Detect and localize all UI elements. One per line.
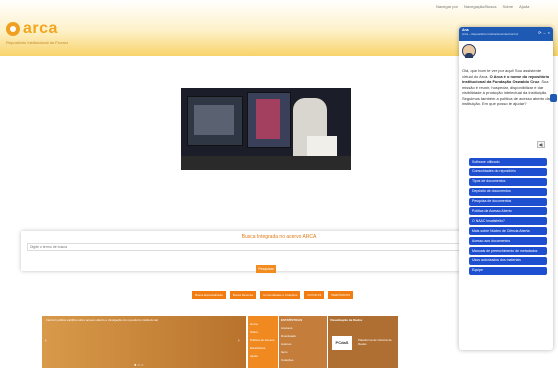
news-carousel[interactable]: Fiocruz publica cartilha sobre acesso ab… [42, 316, 246, 368]
chat-option-acesso[interactable]: Acesso aos documentos [469, 237, 547, 246]
chat-option-equipe[interactable]: Equipe [469, 266, 547, 275]
links-item[interactable]: Estatísticas [250, 346, 276, 350]
nav-button-covid[interactable]: COVID-19 [304, 291, 325, 299]
top-link-navegacao[interactable]: Navegação/Busca [464, 4, 496, 9]
hero-image [181, 88, 351, 170]
chat-options: Software utilizado Comunidades do reposi… [469, 158, 547, 277]
chat-option-software[interactable]: Software utilizado [469, 158, 547, 166]
hero-monitor-left [187, 96, 243, 146]
chat-side-tab[interactable] [550, 94, 557, 102]
arca-logo[interactable]: arca [6, 20, 58, 38]
top-link-ajuda[interactable]: Ajuda [519, 4, 529, 9]
nav-button-busca-especializada[interactable]: Busca Especializada [192, 291, 226, 299]
hero-monitor-right [247, 92, 291, 148]
nav-button-busca-reversa[interactable]: Busca Reversa [229, 291, 257, 299]
links-item[interactable]: Home [250, 322, 276, 326]
statistics-item[interactable]: Autores [281, 342, 325, 346]
bot-avatar [462, 44, 476, 58]
logo-subtitle: Repositório Institucional da Fiocruz [6, 40, 69, 45]
chat-header: Ana Arca – Repositório Institucional da … [459, 27, 553, 41]
statistics-heading: ESTATÍSTICAS [281, 318, 303, 322]
chat-subtitle: Arca – Repositório Institucional da Fioc… [462, 32, 519, 36]
search-input[interactable] [27, 243, 531, 251]
chat-widget: Ana Arca – Repositório Institucional da … [459, 27, 553, 350]
top-link-navegar[interactable]: Navegar por [436, 4, 458, 9]
close-icon[interactable]: × [548, 30, 550, 35]
hero-desk [181, 156, 351, 170]
pcdas-description: Plataforma de Ciência de Dados [358, 338, 392, 346]
chat-option-naac[interactable]: O NAAC insatisfeito? [469, 217, 547, 226]
chat-option-manuais[interactable]: Manuais de preenchimento de metadados [469, 247, 547, 256]
top-links: Navegar por Navegação/Busca Sobre Ajuda [436, 4, 529, 9]
chat-option-comunidades[interactable]: Comunidades do repositório [469, 167, 547, 176]
arca-logo-mark-icon [6, 22, 20, 36]
speaker-icon[interactable]: ◀) [537, 141, 545, 148]
chat-option-pesquisa[interactable]: Pesquisa de documentos [469, 197, 547, 206]
nav-button-periodicos[interactable]: PERIÓDICOS [328, 291, 354, 299]
search-button[interactable]: Pesquisar [256, 265, 276, 273]
statistics-item[interactable]: Acessos [281, 326, 325, 330]
carousel-next-icon[interactable]: › [238, 338, 240, 344]
bot-message: Olá, que bom te ver por aqui! Sou assist… [462, 68, 550, 107]
carousel-dots[interactable]: ● ○ ○ [134, 362, 143, 367]
news-text: Fiocruz publica cartilha sobre acesso ab… [46, 318, 158, 322]
carousel-prev-icon[interactable]: ‹ [45, 338, 47, 344]
statistics-item[interactable]: Coleções [281, 358, 325, 362]
top-link-sobre[interactable]: Sobre [502, 4, 513, 9]
nav-button-comunidades[interactable]: Comunidades e Coleções [260, 291, 301, 299]
links-column: Home Sobre Política de Acesso Estatístic… [248, 316, 278, 368]
minimize-icon[interactable]: – [543, 30, 545, 35]
chat-option-deposito[interactable]: Depósito de documentos [469, 187, 547, 196]
statistics-column: ESTATÍSTICAS Acessos Downloads Autores I… [279, 316, 327, 368]
chat-option-ciencia-aberta[interactable]: Mais sobre Núcleo de Ciência Aberta [469, 227, 547, 236]
statistics-item[interactable]: Downloads [281, 334, 325, 338]
nav-buttons: Busca Especializada Busca Reversa Comuni… [192, 291, 354, 299]
refresh-icon[interactable]: ⟳ [538, 30, 541, 35]
chat-option-tipos[interactable]: Tipos de documentos [469, 177, 547, 186]
chat-option-politica[interactable]: Política de Acesso Aberto [469, 207, 547, 216]
chat-controls: ⟳ – × [538, 30, 550, 35]
data-visualization-heading: Visualização de Dados [330, 318, 363, 322]
hero-document [307, 136, 337, 158]
logo-text: arca [23, 20, 58, 37]
statistics-item[interactable]: Itens [281, 350, 325, 354]
links-item[interactable]: Política de Acesso [250, 338, 276, 342]
data-visualization-column: Visualização de Dados PCdaS Plataforma d… [328, 316, 398, 368]
links-item[interactable]: Sobre [250, 330, 276, 334]
pcdas-logo[interactable]: PCdaS [332, 336, 352, 350]
chat-option-usos[interactable]: Usos autorizados dos materiais [469, 256, 547, 265]
links-item[interactable]: Ajuda [250, 354, 276, 358]
